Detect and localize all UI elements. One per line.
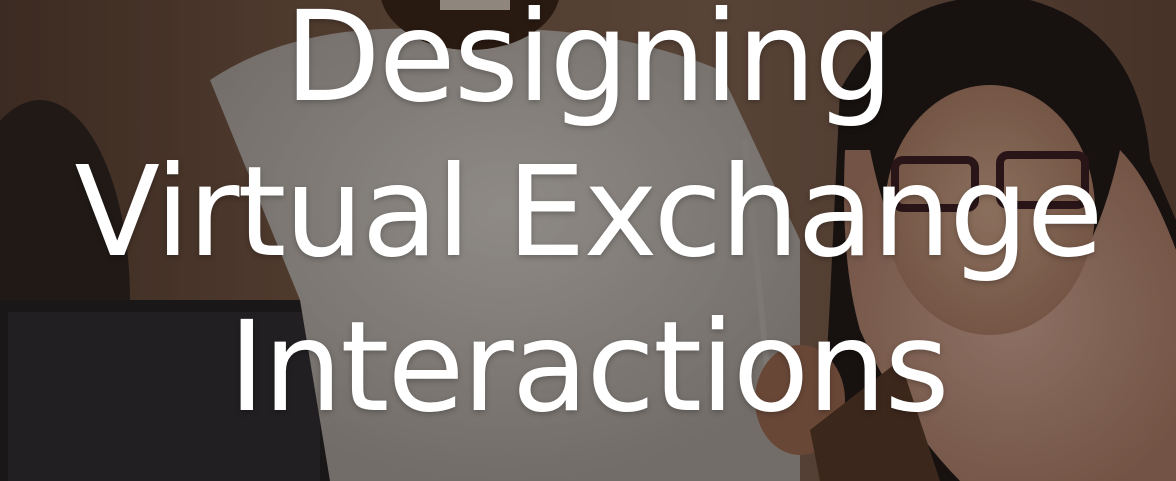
hero-banner: Designing Virtual Exchange Interactions	[0, 0, 1176, 481]
title-line-1: Designing	[284, 0, 894, 130]
title-line-3: Interactions	[228, 295, 949, 440]
title-line-2: Virtual Exchange	[74, 140, 1104, 285]
hero-title: Designing Virtual Exchange Interactions	[0, 0, 1176, 445]
